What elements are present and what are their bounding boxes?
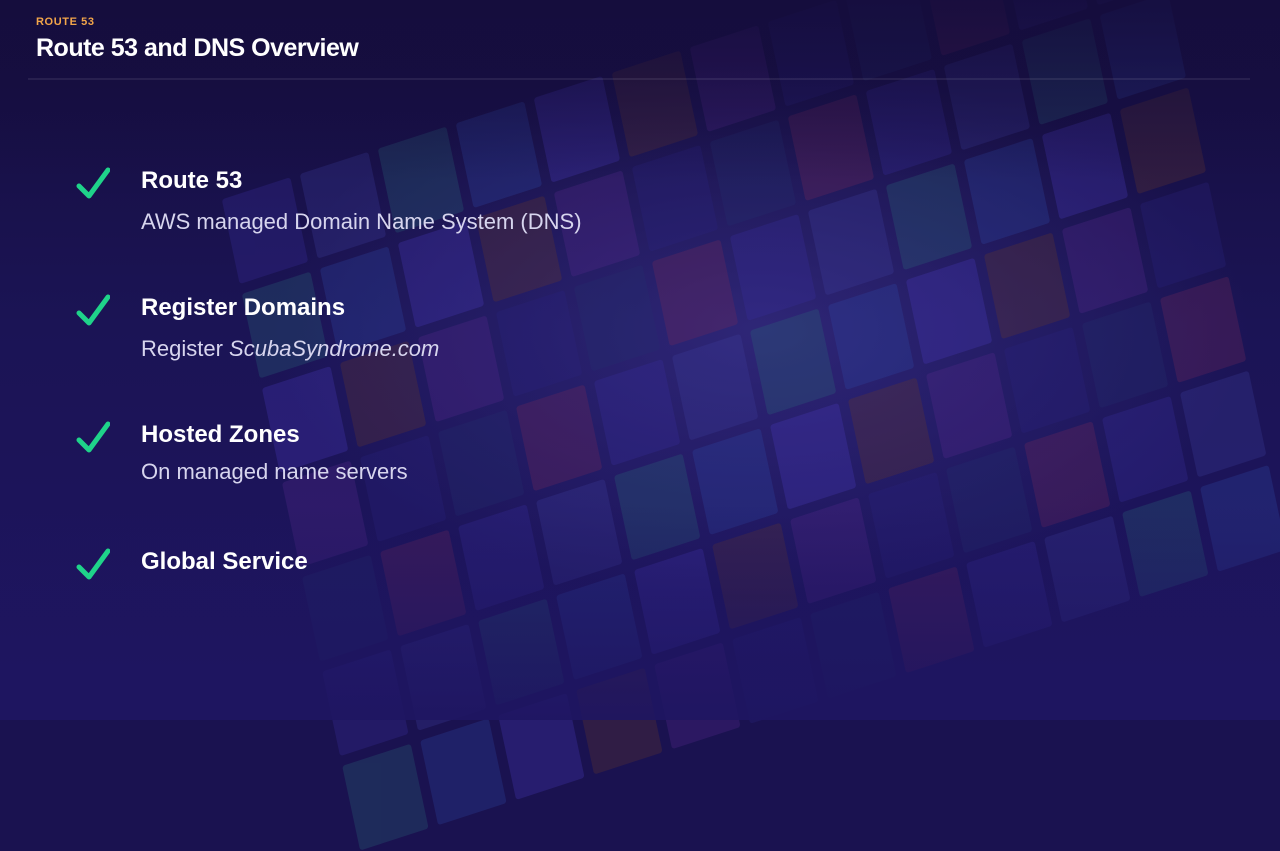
item-title: Global Service <box>141 548 308 575</box>
checkmark-icon <box>76 167 110 201</box>
background-tile <box>342 743 429 851</box>
item-title: Register Domains <box>141 294 346 321</box>
checkmark-icon <box>76 548 110 582</box>
section-kicker: ROUTE 53 <box>36 16 95 28</box>
item-title: Route 53 <box>141 167 243 194</box>
item-description: Register ScubaSyndrome.com <box>141 336 439 362</box>
slide-title: Route 53 and DNS Overview <box>36 34 359 62</box>
item-description: On managed name servers <box>141 459 408 484</box>
checkmark-icon <box>76 294 110 328</box>
header-divider <box>28 78 1250 80</box>
domain-name-emphasis: ScubaSyndrome.com <box>229 336 440 361</box>
slide-header: ROUTE 53 Route 53 and DNS Overview <box>36 16 359 63</box>
item-description: AWS managed Domain Name System (DNS) <box>141 209 582 234</box>
background-tile <box>420 718 507 826</box>
checkmark-icon <box>76 421 110 455</box>
description-prefix: Register <box>141 336 230 361</box>
item-title: Hosted Zones <box>141 421 300 448</box>
